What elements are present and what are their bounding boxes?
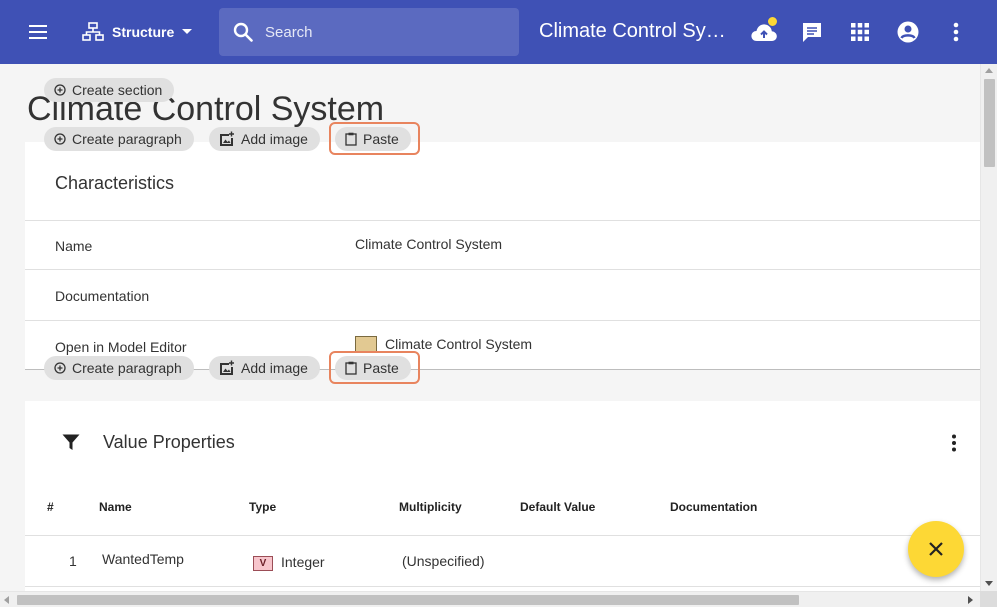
divider (25, 269, 980, 270)
vertical-scroll-thumb[interactable] (984, 79, 995, 167)
value-type-icon: V (253, 555, 273, 571)
structure-label: Structure (112, 24, 175, 40)
create-paragraph-label: Create paragraph (72, 131, 182, 147)
sitemap-icon (82, 22, 104, 41)
add-image-button-top[interactable]: Add image (209, 127, 320, 151)
characteristics-card: Characteristics Name Climate Control Sys… (25, 142, 980, 370)
characteristics-title: Characteristics (55, 173, 175, 193)
add-circle-icon (54, 133, 66, 145)
scroll-down-arrow-icon[interactable] (985, 581, 993, 586)
property-label-name: Name (55, 238, 93, 254)
document-title: Climate Control System (539, 20, 729, 42)
row-index: 1 (69, 553, 77, 569)
add-image-label: Add image (241, 360, 308, 376)
caret-down-icon (182, 29, 193, 34)
column-header-documentation: Documentation (670, 500, 758, 514)
more-vertical-icon[interactable] (951, 434, 957, 452)
search-box[interactable] (219, 8, 519, 56)
divider (25, 586, 980, 587)
more-vertical-icon[interactable] (942, 18, 970, 46)
clipboard-icon (345, 361, 357, 375)
model-editor-value: Climate Control System (385, 336, 533, 352)
paste-label: Paste (363, 360, 399, 376)
paste-button-top[interactable]: Paste (335, 127, 411, 151)
value-properties-title: Value Properties (103, 432, 235, 452)
paste-label: Paste (363, 131, 399, 147)
row-type[interactable]: V Integer (253, 554, 325, 571)
search-icon (233, 22, 253, 42)
scroll-up-arrow-icon[interactable] (985, 68, 993, 73)
create-section-button[interactable]: Create section (44, 78, 175, 102)
hamburger-menu-icon[interactable] (24, 18, 52, 46)
structure-dropdown-button[interactable]: Structure (76, 16, 198, 48)
row-name[interactable]: WantedTemp (102, 551, 184, 567)
property-label-open-in-model-editor: Open in Model Editor (55, 339, 187, 355)
comment-icon[interactable] (798, 18, 826, 46)
add-circle-icon (54, 84, 66, 96)
create-section-label: Create section (72, 82, 163, 98)
open-in-model-editor-link[interactable]: Climate Control System (355, 336, 532, 352)
horizontal-scroll-thumb[interactable] (17, 595, 799, 605)
divider (25, 320, 980, 321)
account-circle-icon[interactable] (894, 18, 922, 46)
block-element-icon (355, 336, 377, 352)
row-multiplicity[interactable]: (Unspecified) (402, 553, 484, 569)
search-input[interactable] (265, 23, 485, 41)
scrollbar-corner (980, 591, 997, 607)
column-header-type: Type (249, 500, 277, 514)
add-photo-icon (220, 131, 234, 146)
notification-dot (767, 16, 778, 27)
add-image-label: Add image (241, 131, 308, 147)
scroll-left-arrow-icon[interactable] (4, 596, 9, 604)
clipboard-icon (345, 132, 357, 146)
create-paragraph-button-top[interactable]: Create paragraph (44, 127, 194, 151)
add-circle-icon (54, 362, 66, 374)
column-header-name: Name (99, 500, 132, 514)
property-label-documentation: Documentation (55, 288, 150, 304)
divider (25, 535, 980, 536)
close-fab-button[interactable] (908, 521, 964, 577)
divider (25, 220, 980, 221)
column-header-multiplicity: Multiplicity (399, 500, 462, 514)
value-properties-card: Value Properties # Name Type Multiplicit… (25, 401, 980, 591)
close-icon (929, 542, 943, 556)
column-header-default-value: Default Value (520, 500, 596, 514)
document-content: Climate Control System Create section Ch… (0, 64, 980, 591)
apps-grid-icon[interactable] (846, 18, 874, 46)
horizontal-scrollbar[interactable] (0, 591, 980, 607)
add-image-button-mid[interactable]: Add image (209, 356, 320, 380)
property-value-name[interactable]: Climate Control System (355, 236, 502, 252)
scroll-right-arrow-icon[interactable] (968, 596, 973, 604)
filter-icon[interactable] (62, 434, 80, 451)
vertical-scrollbar[interactable] (980, 64, 997, 591)
add-photo-icon (220, 360, 234, 375)
column-header-index: # (47, 500, 54, 514)
create-paragraph-label: Create paragraph (72, 360, 182, 376)
paste-button-mid[interactable]: Paste (335, 356, 411, 380)
cloud-upload-icon[interactable] (750, 16, 778, 46)
row-type-label: Integer (281, 554, 325, 570)
app-bar: Structure Climate Control System (0, 0, 997, 64)
name-value: Climate Control System (355, 236, 503, 252)
create-paragraph-button-mid[interactable]: Create paragraph (44, 356, 194, 380)
